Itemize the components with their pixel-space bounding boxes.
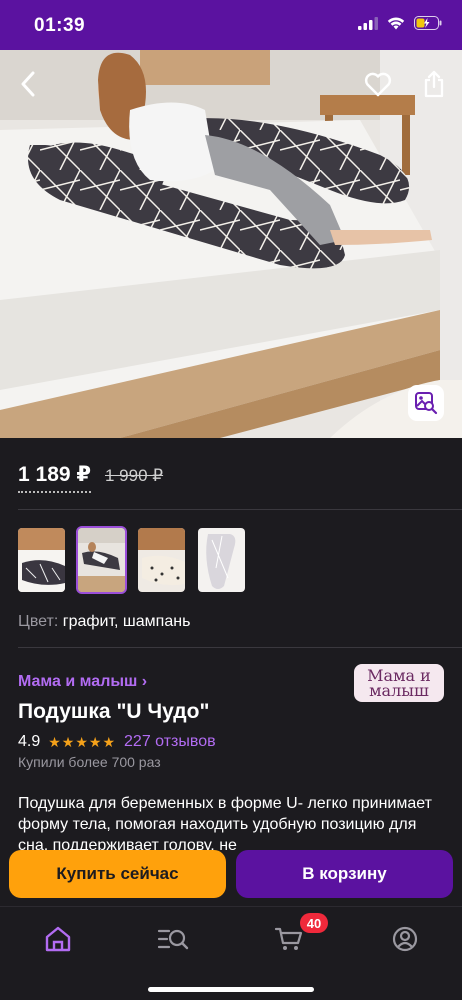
color-value: графит, шампань xyxy=(62,613,191,630)
battery-charging-icon xyxy=(414,16,442,30)
brand-logo[interactable]: Мама и малыш xyxy=(354,664,444,702)
share-button[interactable] xyxy=(414,64,454,104)
price-old: 1 990 ₽ xyxy=(105,466,164,485)
star-rating-icon: ★★★★★ xyxy=(48,733,117,750)
price-current[interactable]: 1 189 ₽ xyxy=(18,462,91,493)
share-icon xyxy=(424,70,444,98)
favorite-button[interactable] xyxy=(358,64,398,104)
cart-icon xyxy=(274,927,303,950)
thumbnail-image xyxy=(78,528,125,592)
tab-profile[interactable] xyxy=(383,921,427,957)
thumbnail-image xyxy=(18,528,65,592)
rating-row: 4.9 ★★★★★ 227 отзывов xyxy=(18,733,216,751)
tab-bar: 40 xyxy=(0,906,462,1000)
purchase-count: Купили более 700 раз xyxy=(18,754,161,770)
thumbnail[interactable] xyxy=(16,526,67,594)
status-icons xyxy=(358,16,442,30)
buy-now-button[interactable]: Купить сейчас xyxy=(9,850,226,898)
divider xyxy=(18,647,462,648)
rating-value: 4.9 xyxy=(18,733,41,750)
status-bar: 01:39 xyxy=(0,0,462,50)
product-title: Подушка "U Чудо" xyxy=(18,700,210,723)
product-hero-image[interactable] xyxy=(0,50,462,438)
profile-icon xyxy=(392,926,418,952)
back-button[interactable] xyxy=(8,64,48,104)
home-indicator xyxy=(148,987,314,992)
catalog-search-icon xyxy=(157,929,189,950)
heart-icon xyxy=(364,72,392,96)
thumbnail[interactable] xyxy=(196,526,247,594)
price-row: 1 189 ₽ 1 990 ₽ xyxy=(18,462,163,493)
divider xyxy=(18,509,462,510)
cellular-signal-icon xyxy=(358,16,378,30)
thumbnail[interactable] xyxy=(136,526,187,594)
cart-badge: 40 xyxy=(300,913,328,933)
tab-home[interactable] xyxy=(36,921,80,957)
thumbnail-selected[interactable] xyxy=(76,526,127,594)
brand-link[interactable]: Мама и малыш › xyxy=(18,673,147,691)
product-photo xyxy=(0,50,462,438)
search-by-photo-button[interactable] xyxy=(408,385,444,421)
brand-logo-line2: малыш xyxy=(369,681,429,700)
color-info: Цвет: графит, шампань xyxy=(18,613,190,631)
color-thumbnails xyxy=(16,526,247,594)
wifi-icon xyxy=(387,16,405,29)
status-time: 01:39 xyxy=(34,15,86,36)
tab-catalog[interactable] xyxy=(151,921,195,957)
thumbnail-image xyxy=(198,528,245,592)
add-to-cart-button[interactable]: В корзину xyxy=(236,850,453,898)
home-icon xyxy=(45,926,71,952)
color-label: Цвет: xyxy=(18,613,59,630)
chevron-left-icon xyxy=(21,71,35,97)
thumbnail-image xyxy=(138,528,185,592)
image-search-icon xyxy=(415,392,438,415)
reviews-link[interactable]: 227 отзывов xyxy=(124,733,216,751)
